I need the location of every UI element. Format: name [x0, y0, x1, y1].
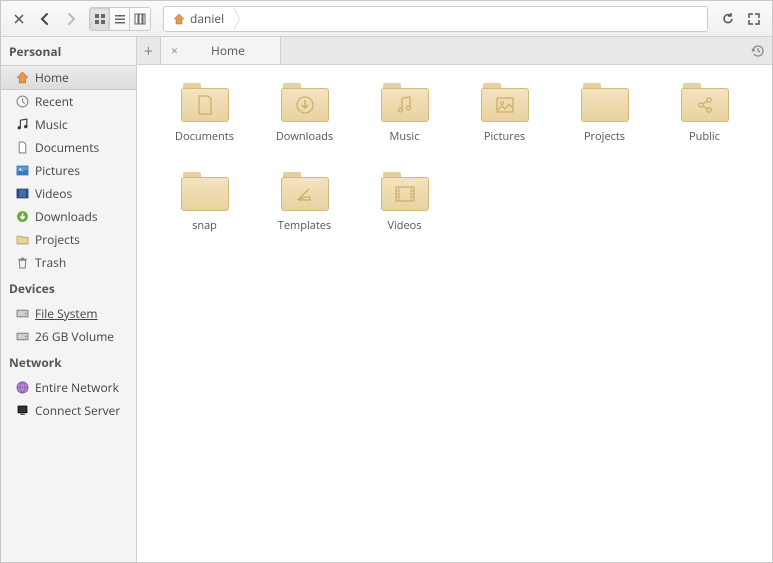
- sidebar-item-videos[interactable]: Videos: [1, 182, 136, 205]
- back-button[interactable]: [33, 7, 57, 31]
- sidebar-item-music[interactable]: Music: [1, 113, 136, 136]
- folder-label: Videos: [387, 218, 421, 233]
- folder-label: Public: [689, 129, 720, 144]
- folder-item[interactable]: Documents: [157, 83, 252, 144]
- new-tab-button[interactable]: +: [137, 37, 161, 64]
- breadcrumb-home[interactable]: daniel: [164, 7, 234, 31]
- sidebar-item-home[interactable]: Home: [1, 65, 136, 90]
- sidebar-item-pictures[interactable]: Pictures: [1, 159, 136, 182]
- folder-icon: [381, 172, 429, 212]
- recent-icon: [15, 95, 29, 109]
- folder-grid: Documents Downloads Music Pictures Projects P…: [157, 83, 752, 233]
- videos-icon: [15, 187, 29, 201]
- sidebar-item-filesystem[interactable]: File System: [1, 302, 136, 325]
- body: Personal Home Recent Music Documents Pic…: [1, 37, 772, 562]
- view-mode-group: [89, 7, 151, 31]
- home-icon: [172, 12, 186, 26]
- folder-item[interactable]: Music: [357, 83, 452, 144]
- tab-history-button[interactable]: [744, 37, 772, 64]
- sidebar-item-volume[interactable]: 26 GB Volume: [1, 325, 136, 348]
- view-columns-button[interactable]: [130, 8, 150, 30]
- folder-icon: [681, 83, 729, 123]
- folder-item[interactable]: Public: [657, 83, 752, 144]
- tab-label: Home: [186, 42, 270, 59]
- sidebar-section-personal: Personal: [1, 37, 136, 65]
- network-icon: [15, 381, 29, 395]
- folder-icon: [15, 233, 29, 247]
- folder-item[interactable]: snap: [157, 172, 252, 233]
- trash-icon: [15, 256, 29, 270]
- sidebar-item-downloads[interactable]: Downloads: [1, 205, 136, 228]
- folder-label: Downloads: [276, 129, 333, 144]
- folder-icon: [281, 83, 329, 123]
- sidebar-item-documents[interactable]: Documents: [1, 136, 136, 159]
- folder-icon: [281, 172, 329, 212]
- sidebar-item-recent[interactable]: Recent: [1, 90, 136, 113]
- download-icon: [15, 210, 29, 224]
- folder-label: Pictures: [484, 129, 525, 144]
- disk-icon: [15, 307, 29, 321]
- view-list-button[interactable]: [110, 8, 130, 30]
- sidebar-section-network: Network: [1, 348, 136, 376]
- folder-icon: [181, 172, 229, 212]
- home-icon: [15, 71, 29, 85]
- folder-icon: [581, 83, 629, 123]
- server-icon: [15, 404, 29, 418]
- disk-icon: [15, 330, 29, 344]
- sidebar-item-connect-server[interactable]: Connect Server: [1, 399, 136, 422]
- toolbar: daniel: [1, 1, 772, 37]
- folder-icon: [481, 83, 529, 123]
- folder-label: Templates: [278, 218, 331, 233]
- folder-label: snap: [192, 218, 217, 233]
- music-icon: [15, 118, 29, 132]
- maximize-button[interactable]: [742, 7, 766, 31]
- content-area[interactable]: Documents Downloads Music Pictures Projects P…: [137, 65, 772, 562]
- folder-icon: [381, 83, 429, 123]
- folder-item[interactable]: Projects: [557, 83, 652, 144]
- folder-label: Projects: [584, 129, 625, 144]
- close-button[interactable]: [7, 7, 31, 31]
- view-icons-button[interactable]: [90, 8, 110, 30]
- folder-item[interactable]: Pictures: [457, 83, 552, 144]
- reload-button[interactable]: [716, 7, 740, 31]
- breadcrumb-label: daniel: [190, 10, 224, 27]
- sidebar-item-trash[interactable]: Trash: [1, 251, 136, 274]
- folder-item[interactable]: Templates: [257, 172, 352, 233]
- folder-item[interactable]: Downloads: [257, 83, 352, 144]
- sidebar-section-devices: Devices: [1, 274, 136, 302]
- tab-home[interactable]: × Home: [161, 37, 281, 64]
- forward-button[interactable]: [59, 7, 83, 31]
- main-area: + × Home Documents Downloads Music Pictures…: [137, 37, 772, 562]
- sidebar: Personal Home Recent Music Documents Pic…: [1, 37, 137, 562]
- path-bar[interactable]: daniel: [163, 6, 708, 32]
- sidebar-item-projects[interactable]: Projects: [1, 228, 136, 251]
- folder-item[interactable]: Videos: [357, 172, 452, 233]
- sidebar-item-network[interactable]: Entire Network: [1, 376, 136, 399]
- pictures-icon: [15, 164, 29, 178]
- folder-icon: [181, 83, 229, 123]
- tab-close-icon[interactable]: ×: [171, 42, 178, 59]
- tab-bar: + × Home: [137, 37, 772, 65]
- folder-label: Music: [390, 129, 420, 144]
- document-icon: [15, 141, 29, 155]
- folder-label: Documents: [175, 129, 234, 144]
